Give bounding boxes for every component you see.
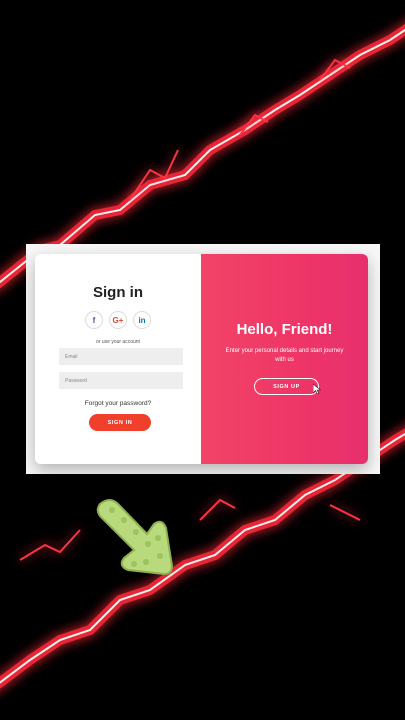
forgot-password-link[interactable]: Forgot your password?	[35, 400, 201, 407]
linkedin-icon[interactable]: in	[133, 311, 151, 329]
video-frame: Sign in f G+ in or use your account Forg…	[0, 0, 405, 720]
signin-panel: Sign in f G+ in or use your account Forg…	[35, 254, 201, 464]
welcome-title: Hello, Friend!	[236, 321, 333, 338]
email-field[interactable]	[59, 348, 183, 365]
mouse-cursor-icon	[313, 384, 321, 394]
password-field[interactable]	[59, 372, 183, 389]
welcome-description: Enter your personal details and start jo…	[225, 348, 344, 363]
signup-button[interactable]: SIGN UP	[254, 378, 319, 395]
alt-signin-text: or use your account	[96, 339, 140, 345]
auth-card: Sign in f G+ in or use your account Forg…	[35, 254, 368, 464]
google-plus-icon[interactable]: G+	[109, 311, 127, 329]
social-buttons: f G+ in	[35, 311, 201, 329]
welcome-panel: Hello, Friend! Enter your personal detai…	[201, 254, 368, 464]
facebook-icon[interactable]: f	[85, 311, 103, 329]
pointer-arrow-icon	[96, 499, 174, 576]
signin-button[interactable]: SIGN IN	[89, 414, 151, 431]
signin-title: Sign in	[93, 284, 143, 301]
